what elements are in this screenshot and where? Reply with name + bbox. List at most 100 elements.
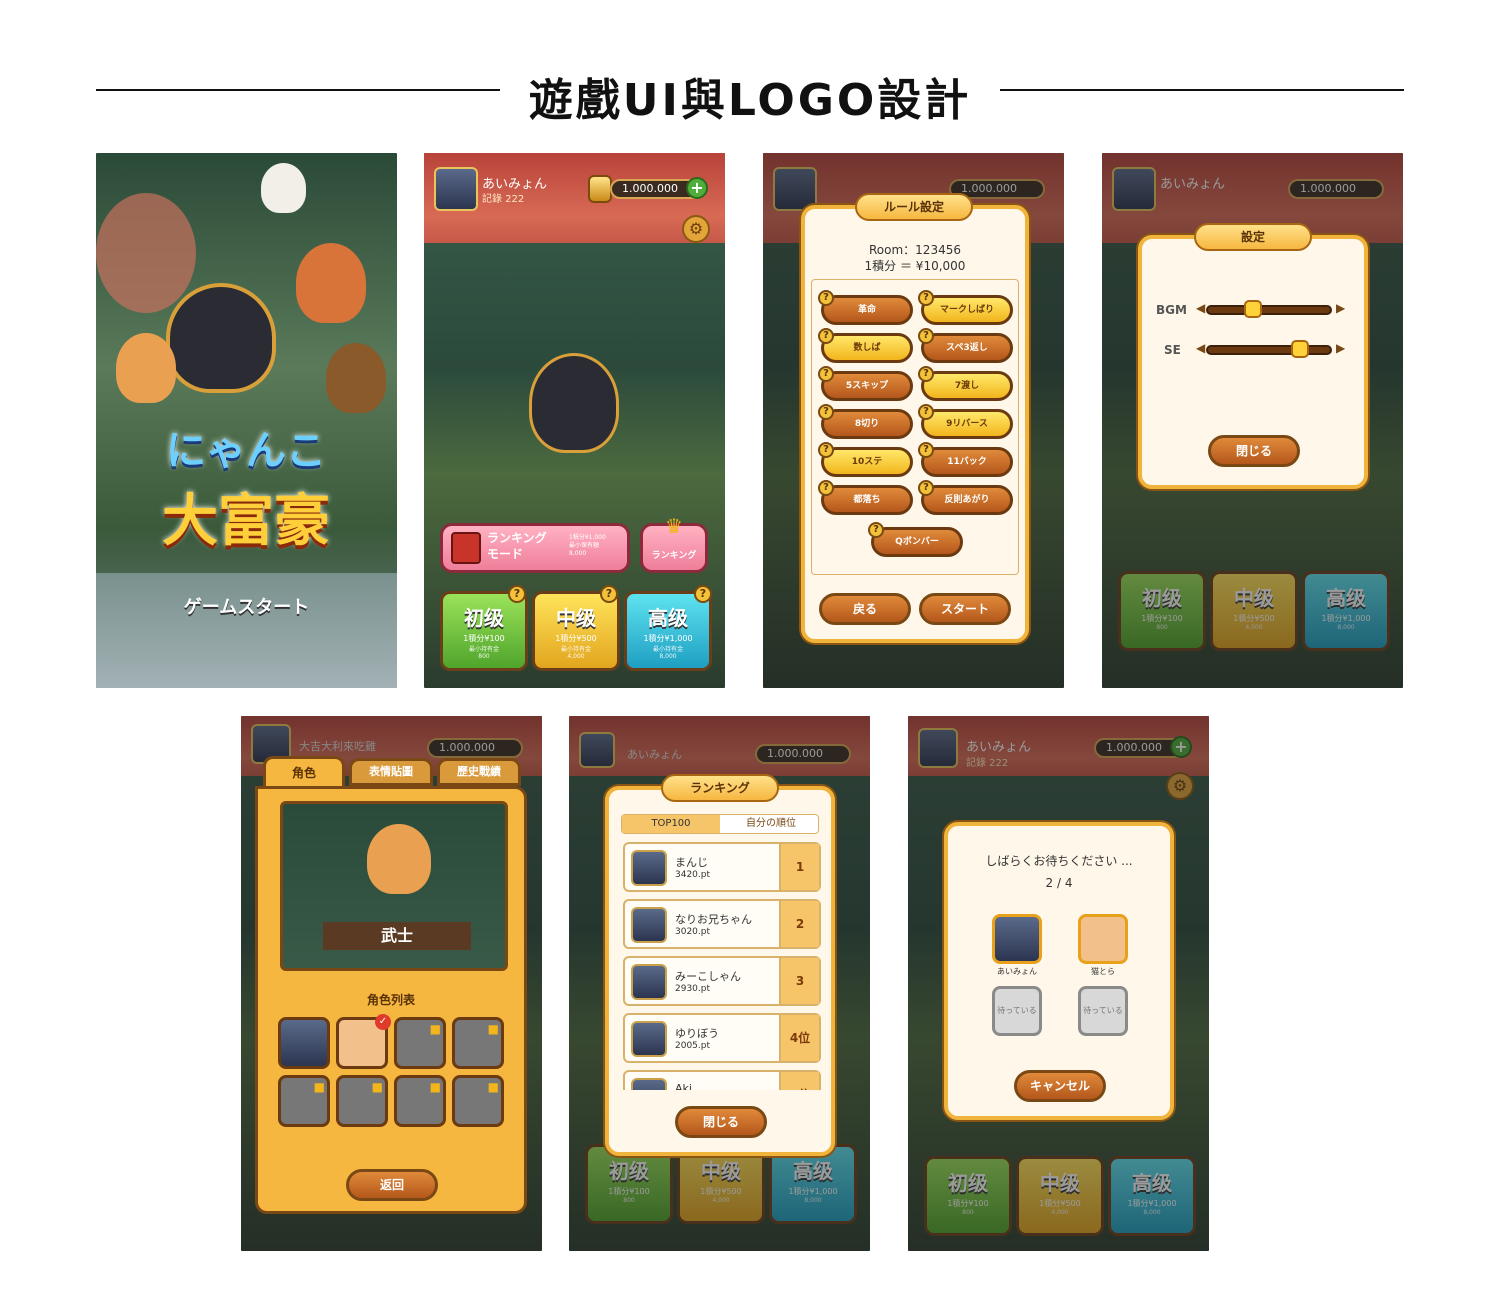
rule-9reverse[interactable]: ? 9リバース [918,404,1013,439]
bgm-slider[interactable] [1206,300,1332,318]
avatar [631,964,667,1000]
gift-box-icon [451,532,481,564]
title-screen-panel: にゃんこ 大富豪 ゲームスタート [96,153,397,688]
calico-cat-character [326,343,386,413]
se-label: SE [1164,343,1181,357]
help-icon[interactable]: ? [694,585,712,603]
tab-my-rank[interactable]: 自分の順位 [722,815,820,833]
rule-10ste[interactable]: ? 10ステ [818,442,913,477]
ranking-row: ゆりぼう 2005.pt 4位 [623,1013,821,1063]
settings-dialog-title: 設定 [1194,223,1312,251]
crown-icon: ♛ [665,514,683,538]
lobby-panel: あいみょん 記錄 222 1.000.000 + ⚙ ランキング モード 1積分… [424,153,725,688]
character-thumb-locked[interactable]: ■ [394,1017,446,1069]
waiting-message: しばらくお待ちください ... [985,854,1133,868]
ranking-mode-info: 1積分¥1,000 最小保有額 8,000 [569,534,606,557]
rule-mark-shibari[interactable]: ? マークしばり [918,290,1013,325]
tab-top100[interactable]: TOP100 [622,815,720,833]
se-slider[interactable] [1206,340,1332,358]
character-list-title: 角色列表 [366,993,415,1007]
character-thumb-locked[interactable]: ■ [452,1017,504,1069]
game-logo: にゃんこ 大富豪 [162,428,330,554]
back-button[interactable]: 戻る [819,593,911,625]
avatar [631,1078,667,1090]
back-button[interactable]: 返回 [346,1169,438,1201]
settings-panel: あいみょん 1.000.000 初级 1積分¥100 800 中级 1積分¥500 4,… [1102,153,1403,688]
volume-high-icon: ▶ [1336,341,1346,355]
help-icon[interactable]: ? [600,585,618,603]
rule-7watashi[interactable]: ? 7渡し [918,366,1013,401]
rule-kakumei[interactable]: ? 革命 [818,290,913,325]
ranking-button[interactable]: ♛ ランキング [640,514,708,573]
avatar [631,1021,667,1057]
rule-miyakoochi[interactable]: ? 都落ち [818,480,913,515]
tab-stickers[interactable]: 表情貼圖 [349,758,433,786]
character-panel: 大吉大利來吃雞 1.000.000 角色 表情貼圖 歷史戰績 武士 角色列表 ✓… [241,716,542,1251]
lock-icon: ■ [429,1022,441,1036]
page-title: 遊戲UI與LOGO設計 [528,75,972,126]
bronze-medal-icon: 3 [779,958,819,1004]
rule-q-bomber[interactable]: ? Qボンバー [868,522,963,557]
close-button[interactable]: 閉じる [675,1106,767,1138]
ranking-panel: あいみょん 1.000.000 初级 1積分¥100 800 中级 1積分¥500 4,… [569,716,870,1251]
lock-icon: ■ [487,1080,499,1094]
ranking-list: まんじ 3420.pt 1 なりお兄ちゃん 3020.pt 2 みーこしゃん 2… [609,842,835,1090]
rule-11back[interactable]: ? 11バック [918,442,1013,477]
character-thumb-ninja[interactable] [278,1017,330,1069]
character-thumb-locked[interactable]: ■ [336,1075,388,1127]
add-money-icon[interactable]: + [686,177,708,199]
ranking-row: みーこしゃん 2930.pt 3 [623,956,821,1006]
ranking-row: まんじ 3420.pt 1 [623,842,821,892]
rule-5skip[interactable]: ? 5スキップ [818,366,913,401]
check-icon: ✓ [375,1014,391,1030]
level-advanced-button[interactable]: 高级 1積分¥1,000 最小持有金 8,000 [624,591,712,671]
settings-dialog: BGM ◀ ▶ SE ◀ ▶ 閉じる [1138,235,1368,489]
character-thumb-locked[interactable]: ■ [452,1075,504,1127]
rank-badge: 4位 [779,1015,819,1061]
rule-hansoku[interactable]: ? 反則あがり [918,480,1013,515]
bgm-label: BGM [1156,303,1187,317]
header-line-right [1000,89,1404,91]
fox-character [296,243,366,323]
shiba-samurai-character [367,824,431,894]
ranking-mode-label: ランキング モード [487,531,547,561]
character-dialog: 武士 角色列表 ✓ ■ ■ ■ ■ ■ ■ 返回 [255,786,527,1214]
blossom-tree [96,193,196,313]
se-slider-knob[interactable] [1291,340,1310,358]
rank-badge: 5位 [779,1072,819,1090]
silver-medal-icon: 2 [779,901,819,947]
cancel-button[interactable]: キャンセル [1014,1070,1106,1102]
ranking-row: Aki 5位 [623,1070,821,1090]
gear-icon[interactable]: ⚙ [682,215,710,243]
lock-icon: ■ [371,1080,383,1094]
rules-dialog-title: ルール設定 [855,193,973,221]
tab-history[interactable]: 歷史戰績 [437,758,521,786]
rules-panel: 1.000.000 Room：123456 1積分 ＝ ¥10,000 ? 革命 … [763,153,1064,688]
character-thumb-locked[interactable]: ■ [278,1075,330,1127]
room-label: Room：123456 [869,243,961,257]
tab-character[interactable]: 角色 [263,756,345,790]
lock-icon: ■ [487,1022,499,1036]
gold-medal-icon: 1 [779,844,819,890]
level-beginner-button[interactable]: 初级 1積分¥100 最小持有金 800 [440,591,528,671]
rule-kazushiba[interactable]: ? 数しば [818,328,913,363]
waiting-player-avatar [992,914,1042,964]
shiba-character [116,333,176,403]
empty-slot: 待っている [992,986,1042,1036]
rule-spe3[interactable]: ? スペ3返し [918,328,1013,363]
white-cat-character [261,163,306,213]
help-icon[interactable]: ? [508,585,526,603]
level-intermediate-button[interactable]: 中级 1積分¥500 最小持有金 4,000 [532,591,620,671]
start-button[interactable]: スタート [919,593,1011,625]
bgm-slider-knob[interactable] [1244,300,1263,318]
player-avatar[interactable] [434,167,478,211]
character-thumb-shiba[interactable]: ✓ [336,1014,391,1069]
character-thumb-locked[interactable]: ■ [394,1075,446,1127]
rule-8giri[interactable]: ? 8切り [818,404,913,439]
start-label[interactable]: ゲームスタート [96,593,397,619]
close-button[interactable]: 閉じる [1208,435,1300,467]
character-preview: 武士 [280,801,508,971]
ranking-mode-button[interactable]: ランキング モード 1積分¥1,000 最小保有額 8,000 [440,523,630,573]
volume-high-icon: ▶ [1336,301,1346,315]
player-record: 記錄 222 [482,194,525,205]
